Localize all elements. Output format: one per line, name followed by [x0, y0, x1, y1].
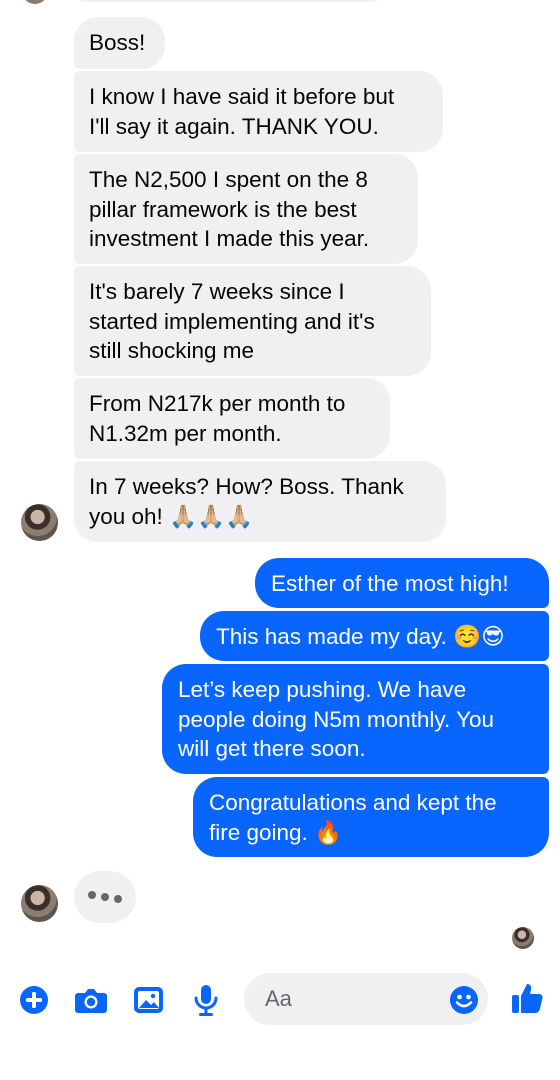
message-bubble-partial — [74, 0, 384, 2]
camera-icon[interactable] — [74, 985, 108, 1015]
typing-dot — [88, 891, 96, 899]
incoming-message[interactable]: It's barely 7 weeks since I started impl… — [74, 266, 431, 376]
message-thread: Boss! I know I have said it before but I… — [0, 0, 560, 960]
outgoing-message[interactable]: Let’s keep pushing. We have people doing… — [162, 664, 549, 774]
thumbs-up-icon[interactable] — [510, 981, 544, 1015]
incoming-message[interactable]: From N217k per month to N1.32m per month… — [74, 378, 390, 459]
incoming-message[interactable]: Boss! — [74, 17, 165, 69]
photo-icon[interactable] — [133, 985, 164, 1015]
typing-dot — [114, 895, 122, 903]
incoming-message[interactable]: I know I have said it before but I'll sa… — [74, 71, 443, 152]
outgoing-message[interactable]: Congratulations and kept the fire going.… — [193, 777, 549, 857]
contact-avatar[interactable] — [21, 885, 58, 922]
incoming-message[interactable]: The N2,500 I spent on the 8 pillar frame… — [74, 154, 418, 264]
typing-indicator — [74, 871, 136, 923]
plus-circle-icon[interactable] — [19, 985, 49, 1015]
avatar — [22, 0, 48, 4]
incoming-message[interactable]: In 7 weeks? How? Boss. Thank you oh! 🙏🏼🙏… — [74, 461, 446, 542]
microphone-icon[interactable] — [193, 983, 219, 1017]
outgoing-message[interactable]: Esther of the most high! — [255, 558, 549, 608]
contact-avatar[interactable] — [21, 504, 58, 541]
message-input-placeholder: Aa — [265, 986, 292, 1011]
outgoing-message[interactable]: This has made my day. ☺️😎 — [200, 611, 549, 661]
read-receipt-avatar — [512, 927, 534, 949]
typing-dot — [101, 893, 109, 901]
emoji-icon[interactable] — [449, 985, 479, 1015]
